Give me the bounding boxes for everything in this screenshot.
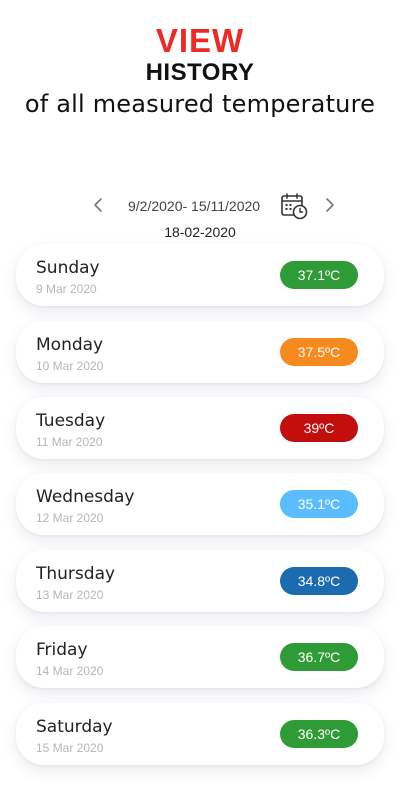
- temperature-badge: 36.3ºC: [280, 720, 358, 748]
- history-card-monday[interactable]: Monday 10 Mar 2020 37.5ºC: [16, 321, 384, 383]
- hero-header: VIEW HISTORY of all measured temperature: [0, 22, 400, 119]
- temperature-badge: 35.1ºC: [280, 490, 358, 518]
- history-card-tuesday[interactable]: Tuesday 11 Mar 2020 39ºC: [16, 397, 384, 459]
- temperature-badge: 37.5ºC: [280, 338, 358, 366]
- chevron-right-icon[interactable]: [320, 196, 338, 214]
- history-card-thursday[interactable]: Thursday 13 Mar 2020 34.8ºC: [16, 550, 384, 612]
- date-range-text: 9/2/2020- 15/11/2020: [128, 198, 261, 214]
- date-label: 10 Mar 2020: [36, 359, 104, 373]
- history-card-wednesday[interactable]: Wednesday 12 Mar 2020 35.1ºC: [16, 473, 384, 535]
- date-label: 12 Mar 2020: [36, 511, 104, 525]
- date-label: 14 Mar 2020: [36, 664, 104, 678]
- temperature-badge: 39ºC: [280, 414, 358, 442]
- hero-title-view: VIEW: [155, 22, 245, 59]
- date-label: 11 Mar 2020: [36, 435, 103, 449]
- selected-date: 18-02-2020: [164, 224, 236, 240]
- calendar-clock-icon[interactable]: [280, 192, 308, 220]
- day-label: Sunday: [36, 258, 100, 278]
- history-card-sunday[interactable]: Sunday 9 Mar 2020 37.1ºC: [16, 244, 384, 306]
- hero-subtitle: of all measured temperature: [24, 90, 376, 118]
- day-label: Wednesday: [36, 487, 135, 507]
- temperature-badge: 34.8ºC: [280, 567, 358, 595]
- history-card-friday[interactable]: Friday 14 Mar 2020 36.7ºC: [16, 626, 384, 688]
- date-label: 9 Mar 2020: [36, 282, 97, 296]
- hero-title-history: HISTORY: [145, 59, 255, 86]
- chevron-left-icon[interactable]: [90, 196, 108, 214]
- date-range-selector: 9/2/2020- 15/11/2020: [0, 192, 400, 222]
- history-card-saturday[interactable]: Saturday 15 Mar 2020 36.3ºC: [16, 703, 384, 765]
- day-label: Saturday: [36, 717, 113, 737]
- temperature-badge: 37.1ºC: [280, 261, 358, 289]
- temperature-badge: 36.7ºC: [280, 643, 358, 671]
- date-label: 13 Mar 2020: [36, 588, 104, 602]
- day-label: Friday: [36, 640, 88, 660]
- day-label: Monday: [36, 335, 104, 355]
- day-label: Thursday: [36, 564, 116, 584]
- day-label: Tuesday: [36, 411, 106, 431]
- date-label: 15 Mar 2020: [36, 741, 104, 755]
